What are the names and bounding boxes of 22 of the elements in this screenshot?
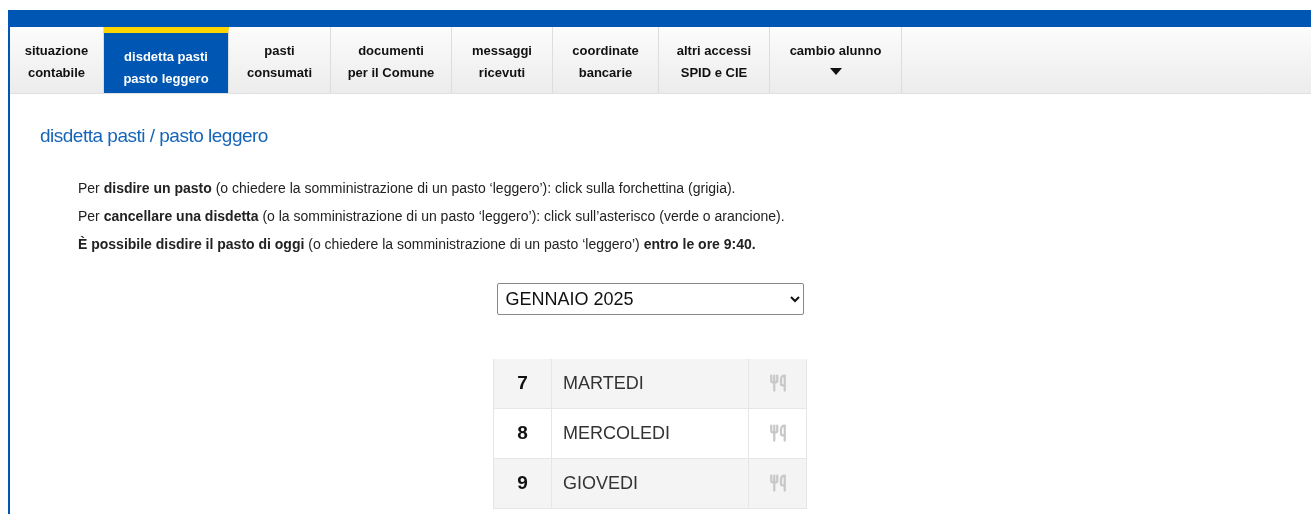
instruction-text: Per cancellare una disdetta (o la somministrazione di un pasto ‘leggero’): click sull’asterisco (verde o arancione). xyxy=(78,206,786,226)
day-number: 8 xyxy=(494,408,552,458)
fork-knife-icon[interactable] xyxy=(768,424,787,442)
weekday-cell: MARTEDI xyxy=(552,358,749,408)
month-select[interactable]: GENNAIO 2025 xyxy=(496,282,804,315)
nav-tab[interactable]: messaggi ricevuti xyxy=(452,27,553,93)
weekday-cell: MERCOLEDI xyxy=(552,408,749,458)
caret-icon xyxy=(829,68,842,75)
fork-knife-icon[interactable] xyxy=(768,474,787,492)
nav-tab[interactable]: disdetta pasti pasto leggero xyxy=(104,27,229,93)
nav-tab[interactable]: cambio alunno xyxy=(770,27,902,93)
instruction-text: Per disdire un pasto (o chiedere la somministrazione di un pasto ‘leggero’): click sulla forchettina (grigia). xyxy=(78,178,737,198)
weekday-cell: GIOVEDI xyxy=(552,458,749,508)
nav-tab[interactable]: altri accessi SPID e CIE xyxy=(659,27,770,93)
instruction-text: È possibile disdire il pasto di oggi (o chiedere la somministrazione di un pasto ‘leggero’) entro le ore 9:40. xyxy=(78,234,757,254)
nav-tab[interactable]: pasti consumati xyxy=(229,27,331,93)
nav-tab[interactable]: coordinate bancarie xyxy=(553,27,659,93)
day-number: 7 xyxy=(494,358,552,408)
fork-knife-icon[interactable] xyxy=(768,374,787,392)
day-number: 9 xyxy=(494,458,552,508)
page-heading: disdetta pasti / pasto leggero xyxy=(40,124,269,148)
nav-tab[interactable]: documenti per il Comune xyxy=(331,27,452,93)
